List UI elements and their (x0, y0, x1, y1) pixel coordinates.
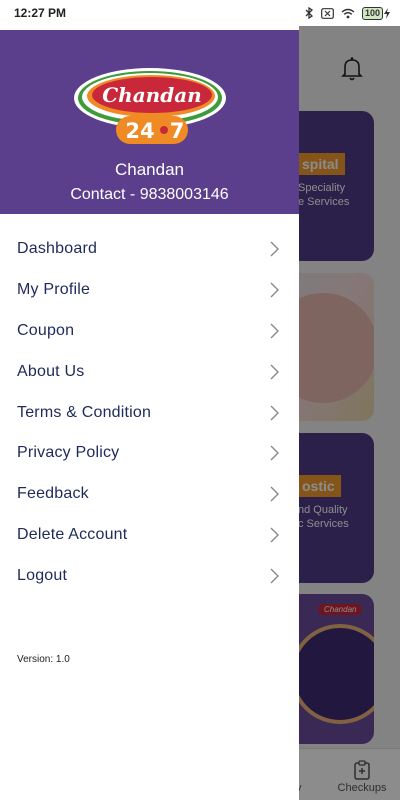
charging-icon (384, 7, 390, 19)
menu-item-label: Coupon (17, 321, 75, 339)
wifi-icon (341, 8, 355, 18)
menu-item-label: Privacy Policy (17, 444, 120, 462)
status-time: 12:27 PM (14, 6, 67, 20)
menu-item-about-us[interactable]: About Us (0, 351, 299, 392)
chevron-right-icon (270, 282, 279, 298)
menu-item-label: Feedback (17, 485, 89, 503)
menu-item-label: Logout (17, 566, 68, 584)
menu-item-logout[interactable]: Logout (0, 555, 299, 596)
app-version: Version: 1.0 (17, 654, 70, 665)
battery-indicator: 100 (361, 6, 390, 20)
logo-number-right: 7 (170, 119, 185, 143)
user-name: Chandan (114, 160, 184, 179)
logo-number-left: 24 (125, 119, 154, 143)
status-bar: 12:27 PM 100 (0, 0, 400, 26)
battery-level: 100 (361, 6, 383, 20)
menu-item-label: Delete Account (17, 525, 128, 543)
menu-item-delete-account[interactable]: Delete Account (0, 515, 299, 556)
chevron-right-icon (270, 568, 279, 584)
menu-item-label: My Profile (17, 281, 91, 299)
menu-item-feedback[interactable]: Feedback (0, 474, 299, 515)
bluetooth-icon (305, 7, 313, 19)
chandan-logo: Chandan 24 7 (74, 68, 226, 144)
menu-item-label: Terms & Condition (17, 403, 152, 421)
chevron-right-icon (270, 486, 279, 502)
menu-item-label: Dashboard (17, 240, 98, 258)
chevron-right-icon (270, 445, 279, 461)
logo-text: Chandan (102, 83, 201, 107)
menu-item-coupon[interactable]: Coupon (0, 311, 299, 352)
chevron-right-icon (270, 241, 279, 257)
navigation-drawer: Chandan 24 7 Chandan Contact - 983800314… (0, 26, 299, 800)
menu-item-terms[interactable]: Terms & Condition (0, 392, 299, 433)
status-icons: 100 (305, 6, 390, 20)
chevron-right-icon (270, 323, 279, 339)
chevron-right-icon (270, 364, 279, 380)
drawer-menu: Dashboard My Profile Coupon About Us Ter… (0, 229, 299, 596)
sim-x-icon (321, 7, 334, 19)
drawer-header: Chandan 24 7 Chandan Contact - 983800314… (0, 26, 299, 214)
menu-item-privacy-policy[interactable]: Privacy Policy (0, 433, 299, 474)
menu-item-dashboard[interactable]: Dashboard (0, 229, 299, 270)
user-contact: Contact - 9838003146 (70, 186, 229, 203)
chevron-right-icon (270, 527, 279, 543)
menu-item-label: About Us (17, 362, 85, 380)
chevron-right-icon (270, 405, 279, 421)
menu-item-my-profile[interactable]: My Profile (0, 270, 299, 311)
